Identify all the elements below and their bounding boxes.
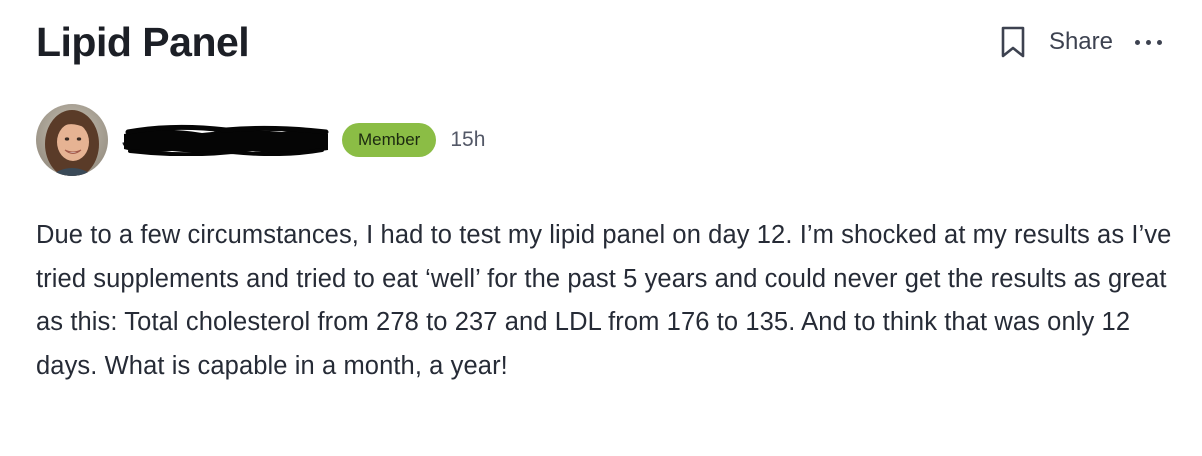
post-title: Lipid Panel [36, 19, 250, 65]
avatar[interactable] [36, 104, 108, 176]
ellipsis-icon [1135, 39, 1140, 45]
more-options-button[interactable] [1135, 24, 1162, 60]
bookmark-button[interactable] [999, 24, 1027, 60]
post-actions: Share [999, 24, 1162, 60]
post-timestamp: 15h [450, 128, 486, 151]
author-name[interactable]: Jennifer Watson [122, 124, 330, 156]
redaction-mark [124, 124, 329, 156]
share-button[interactable]: Share [1049, 24, 1113, 60]
post-body: Due to a few circumstances, I had to tes… [36, 221, 1172, 380]
bookmark-icon [1001, 26, 1025, 58]
post-card: Lipid Panel Share Member 15h Due to a fe… [0, 0, 1202, 456]
member-badge: Member [342, 123, 437, 157]
author-row: Jennifer Watson Member 15h [36, 104, 485, 176]
